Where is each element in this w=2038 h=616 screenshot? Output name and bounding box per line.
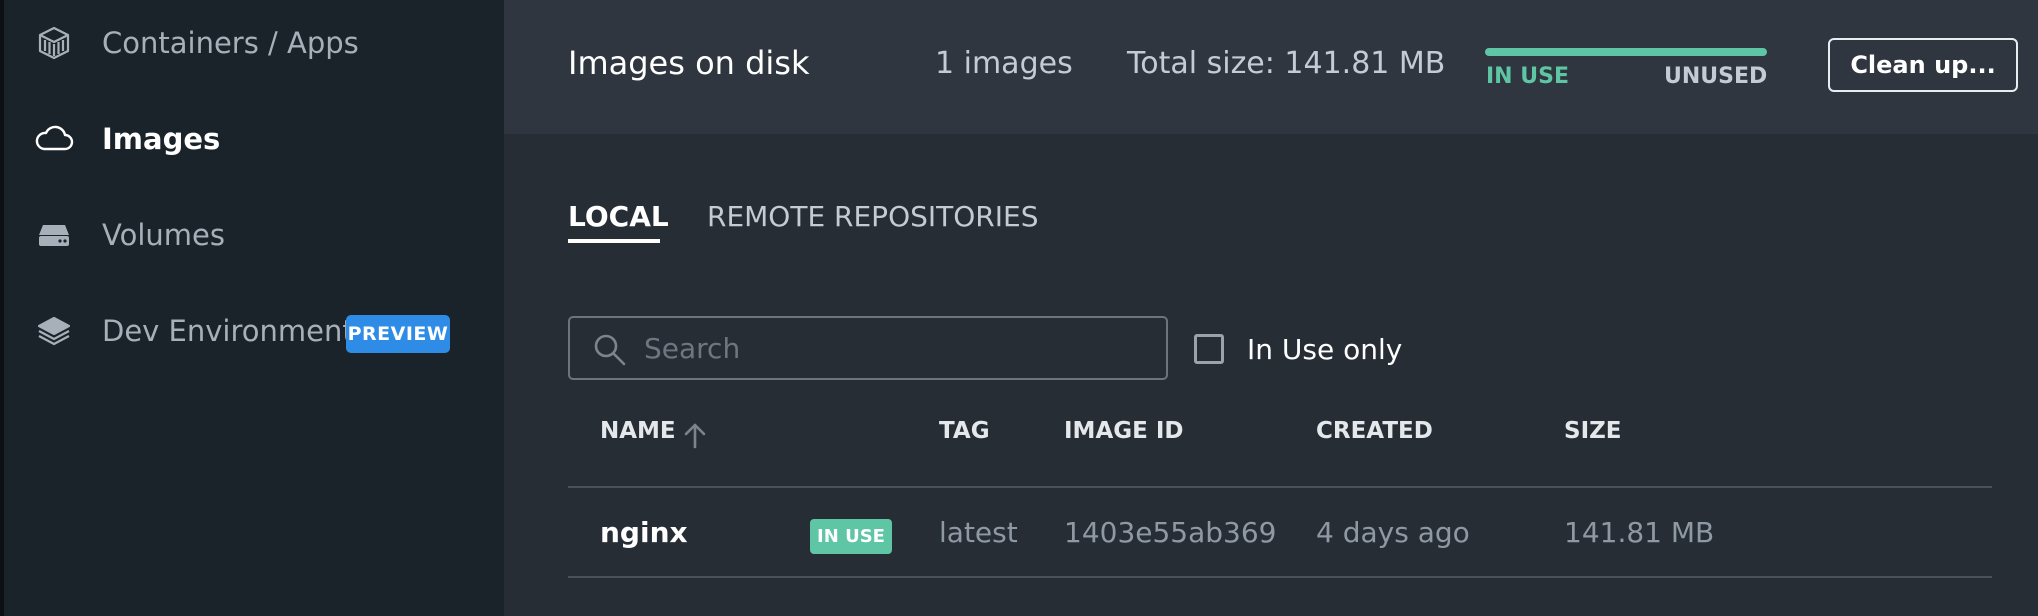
image-id: 1403e55ab369: [1064, 516, 1277, 549]
dev-environments-icon: [34, 311, 74, 351]
column-header-tag[interactable]: TAG: [939, 418, 990, 444]
images-header: Images on disk 1 images Total size: 141.…: [504, 0, 2038, 134]
volume-icon: [34, 215, 74, 255]
table-divider: [568, 486, 1992, 488]
sidebar-item-label: Images: [102, 122, 221, 156]
tab-remote-repositories[interactable]: REMOTE REPOSITORIES: [707, 200, 1038, 233]
in-use-only-label: In Use only: [1247, 333, 1403, 366]
search-icon: [592, 332, 628, 372]
search-box[interactable]: [568, 316, 1168, 380]
sidebar-item-label: Containers / Apps: [102, 26, 359, 60]
in-use-only-checkbox[interactable]: [1194, 334, 1224, 364]
image-name: nginx: [600, 516, 688, 549]
sidebar-item-containers-apps[interactable]: Containers / Apps: [4, 8, 504, 78]
image-count: 1 images: [935, 46, 1073, 81]
active-tab-indicator: [568, 239, 660, 243]
image-created: 4 days ago: [1316, 516, 1470, 549]
image-tag: latest: [939, 516, 1018, 549]
usage-in-use-label: IN USE: [1486, 64, 1569, 89]
search-input[interactable]: [644, 326, 1144, 370]
image-size: 141.81 MB: [1564, 516, 1715, 549]
sidebar: Containers / Apps Images Volumes Dev Env…: [4, 0, 504, 616]
tab-local[interactable]: LOCAL: [568, 200, 669, 233]
usage-unused-label: UNUSED: [1664, 64, 1768, 89]
sidebar-item-label: Volumes: [102, 218, 225, 252]
table-divider: [568, 576, 1992, 578]
total-size: Total size: 141.81 MB: [1127, 46, 1446, 81]
cloud-icon: [34, 119, 74, 159]
usage-bar: [1485, 48, 1767, 56]
preview-badge: PREVIEW: [346, 315, 450, 353]
containers-icon: [34, 23, 74, 63]
column-header-name[interactable]: NAME: [600, 418, 676, 444]
clean-up-button[interactable]: Clean up...: [1828, 38, 2018, 92]
sidebar-item-label: Dev Environments: [102, 314, 369, 348]
sidebar-item-images[interactable]: Images: [4, 104, 504, 174]
column-header-created[interactable]: CREATED: [1316, 418, 1433, 444]
column-header-image-id[interactable]: IMAGE ID: [1064, 418, 1184, 444]
column-header-size[interactable]: SIZE: [1564, 418, 1622, 444]
sidebar-item-volumes[interactable]: Volumes: [4, 200, 504, 270]
sort-ascending-icon[interactable]: [682, 421, 708, 453]
in-use-badge: IN USE: [810, 519, 892, 554]
page-title: Images on disk: [568, 44, 810, 82]
